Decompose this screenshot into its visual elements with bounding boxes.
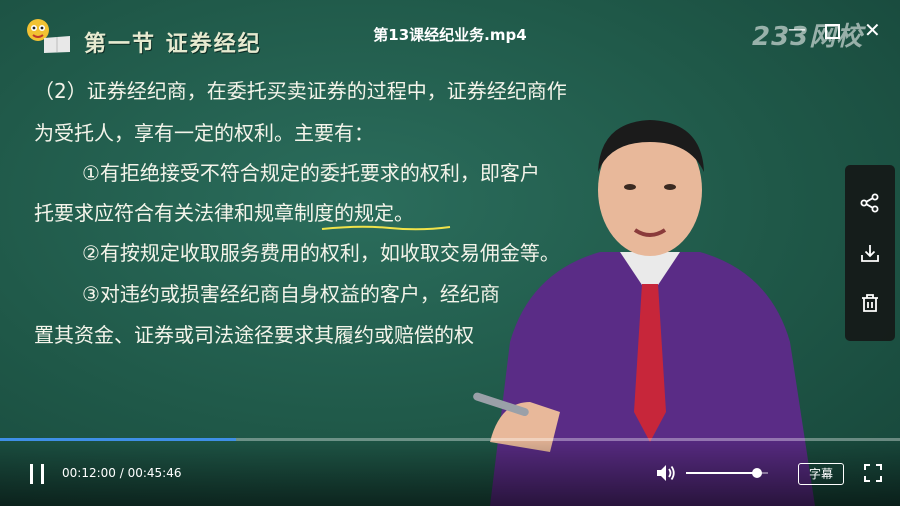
highlight-underline xyxy=(321,225,451,231)
download-icon xyxy=(861,245,879,262)
download-button[interactable] xyxy=(845,228,895,278)
fullscreen-icon[interactable] xyxy=(864,464,882,482)
maximize-button[interactable] xyxy=(825,20,840,44)
volume-fill xyxy=(686,472,757,474)
lesson-line: （2）证券经纪商，在委托买卖证券的过程中，证券经纪商作 xyxy=(34,79,567,103)
lesson-line: 置其资金、证券或司法途径要求其履约或赔偿的权 xyxy=(34,323,474,347)
time-separator: / xyxy=(115,466,128,480)
side-panel xyxy=(845,165,895,341)
share-button[interactable] xyxy=(845,178,895,228)
video-player[interactable]: 第一节 证券经纪 第13课经纪业务.mp4 233网校 — ✕ （2）证券经纪商… xyxy=(0,0,900,506)
maximize-icon xyxy=(825,24,840,39)
current-time: 00:12:00 xyxy=(62,466,116,480)
pause-button[interactable] xyxy=(26,464,50,484)
delete-icon xyxy=(862,294,878,312)
pause-icon xyxy=(41,464,44,484)
time-display: 00:12:00 / 00:45:46 xyxy=(62,466,181,480)
lesson-line: 为受托人，享有一定的权利。主要有： xyxy=(34,121,374,145)
lesson-line: 托要求应符合有关法律和规章制度的规定。 xyxy=(34,201,414,225)
volume-handle[interactable] xyxy=(751,468,762,478)
volume-icon[interactable] xyxy=(655,463,677,483)
lesson-line: ③对违约或损害经纪商自身权益的客户，经纪商 xyxy=(82,282,500,306)
subtitle-button[interactable]: 字幕 xyxy=(798,463,844,485)
minimize-button[interactable]: — xyxy=(788,20,806,40)
delete-button[interactable] xyxy=(845,278,895,328)
brand-watermark: 233网校 xyxy=(752,22,864,52)
pause-icon xyxy=(30,464,33,484)
share-icon xyxy=(860,193,879,213)
close-button[interactable]: ✕ xyxy=(864,20,881,40)
duration: 00:45:46 xyxy=(127,466,182,480)
volume-slider[interactable] xyxy=(686,468,768,478)
